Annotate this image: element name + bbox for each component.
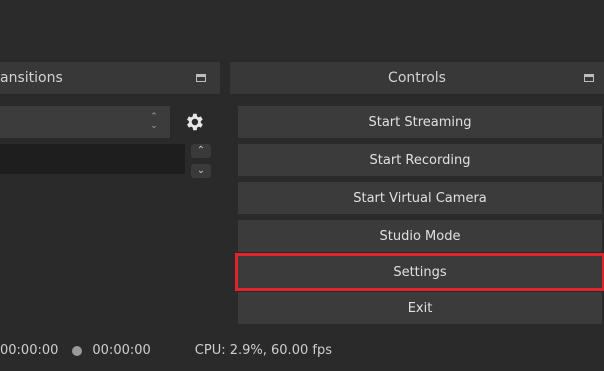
controls-dock-title: Controls [388, 70, 446, 86]
select-chevron-icon: ⌃ ⌄ [150, 112, 158, 131]
start-virtual-camera-button[interactable]: Start Virtual Camera [238, 182, 602, 214]
undock-icon[interactable] [584, 74, 594, 82]
rec-time: 00:00:00 [0, 343, 59, 358]
status-bar: 00:00:00 00:00:00 CPU: 2.9%, 60.00 fps [0, 330, 604, 371]
duration-stepper[interactable]: ⌃ ⌄ [188, 144, 214, 178]
stream-time: 00:00:00 [92, 343, 151, 358]
stream-indicator-icon [72, 345, 83, 356]
start-streaming-button[interactable]: Start Streaming [238, 106, 602, 138]
exit-button[interactable]: Exit [238, 292, 602, 324]
controls-dock-header: Controls [230, 62, 604, 94]
transition-select[interactable]: ⌃ ⌄ [0, 106, 170, 138]
top-area [0, 0, 604, 60]
cpu-fps: CPU: 2.9%, 60.00 fps [194, 343, 332, 358]
transitions-dock-header: ansitions [0, 62, 220, 94]
settings-button[interactable]: Settings [235, 253, 604, 291]
chevron-up-icon[interactable]: ⌃ [191, 144, 211, 158]
chevron-down-icon[interactable]: ⌄ [191, 164, 211, 178]
gear-icon [187, 113, 203, 131]
duration-input[interactable] [0, 144, 185, 174]
transitions-dock-title: ansitions [0, 70, 63, 86]
transition-properties-button[interactable] [178, 106, 210, 138]
undock-icon[interactable] [196, 74, 206, 82]
start-recording-button[interactable]: Start Recording [238, 144, 602, 176]
studio-mode-button[interactable]: Studio Mode [238, 220, 602, 252]
